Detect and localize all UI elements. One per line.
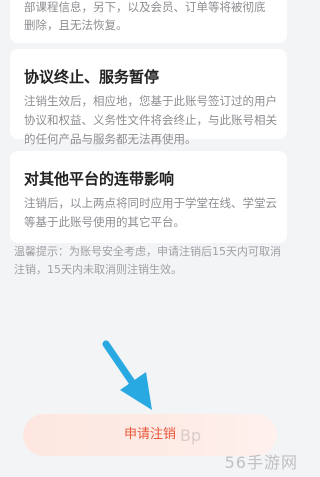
account-data-text: 部课程信息，另下，以及会员、订单等将被彻底删除，且无法恢复。 — [24, 0, 266, 32]
account-data-card: 部课程信息，另下，以及会员、订单等将被彻底删除，且无法恢复。 — [10, 0, 287, 43]
watermark: 56手游网 — [224, 453, 298, 472]
warm-tip: 温馨提示：为账号安全考虑，申请注销后15天内可取消注销，15天内未取消则注销生效… — [14, 245, 281, 276]
pointer-arrow-icon — [102, 340, 152, 410]
watermark-partial: Bp — [180, 426, 202, 445]
agreement-termination-body: 注销生效后，相应地，您基于此账号签订过的用户协议和权益、义务性文件将会终止，与此… — [24, 94, 277, 146]
platform-impact-title: 对其他平台的连带影响 — [24, 170, 175, 188]
platform-impact-body: 注销后，以上两点将同时应用于学堂在线、学堂云等基于此账号使用的其它平台。 — [24, 196, 277, 229]
agreement-termination-title: 协议终止、服务暂停 — [24, 68, 160, 86]
agreement-termination-card: 协议终止、服务暂停 注销生效后，相应地，您基于此账号签订过的用户协议和权益、义务… — [10, 49, 287, 146]
platform-impact-card: 对其他平台的连带影响 注销后，以上两点将同时应用于学堂在线、学堂云等基于此账号使… — [10, 151, 287, 243]
